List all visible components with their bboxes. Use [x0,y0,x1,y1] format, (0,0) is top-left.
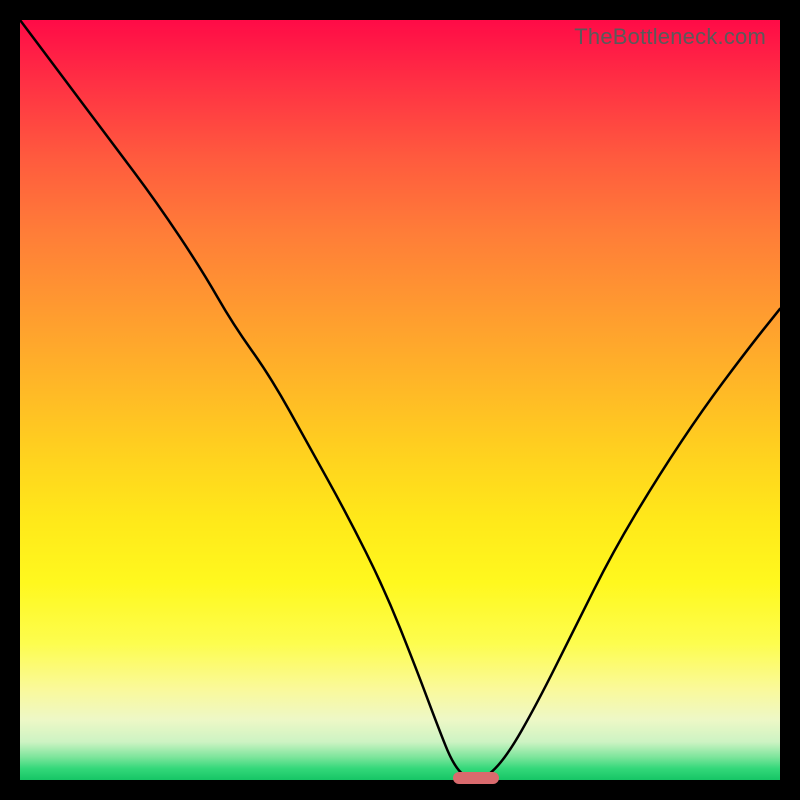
optimal-marker [453,772,499,784]
bottleneck-curve [20,20,780,780]
chart-plot-area: TheBottleneck.com [20,20,780,780]
chart-frame: TheBottleneck.com [0,0,800,800]
